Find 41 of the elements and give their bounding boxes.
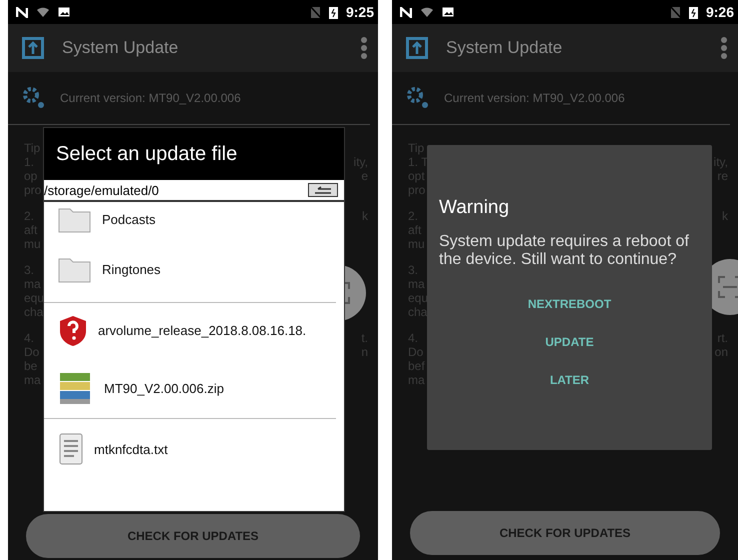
upload-icon: [22, 37, 44, 59]
more-icon[interactable]: [360, 36, 368, 60]
upload-icon: [406, 37, 428, 59]
dialog-title: Select an update file: [44, 128, 344, 180]
battery-icon: [328, 6, 338, 18]
no-sim-icon: [670, 6, 681, 18]
gear-icon: [22, 86, 46, 110]
version-text: Current version: MT90_V2.00.006: [444, 91, 625, 105]
folder-icon: [58, 206, 92, 234]
file-item[interactable]: mtknfcdta.txt: [44, 419, 336, 479]
shield-question-icon: [58, 314, 88, 346]
dialog-title: Warning: [439, 197, 510, 219]
document-icon: [58, 433, 84, 465]
dialog-action-button[interactable]: LATER: [546, 371, 594, 389]
back-arrow-icon: [314, 186, 332, 194]
scan-frame-icon: [717, 275, 738, 299]
file-item[interactable]: arvolume_release_2018.8.08.16.18.: [44, 303, 336, 358]
status-time: 9:25: [346, 4, 374, 20]
folder-icon: [58, 256, 92, 284]
version-text: Current version: MT90_V2.00.006: [60, 91, 241, 105]
wifi-icon: [420, 6, 434, 18]
dialog-action-button[interactable]: NEXTREBOOT: [524, 295, 616, 313]
image-icon: [58, 7, 70, 17]
file-item[interactable]: Ringtones: [44, 237, 336, 303]
image-icon: [442, 7, 454, 17]
battery-icon: [688, 6, 698, 18]
dialog-message: System update requires a reboot of the device. Still want to continue?: [439, 233, 689, 269]
app-title: System Update: [62, 38, 178, 58]
status-time: 9:26: [706, 4, 734, 20]
more-icon[interactable]: [720, 36, 728, 60]
n-logo-icon: [16, 6, 28, 18]
no-sim-icon: [310, 6, 321, 18]
back-button[interactable]: [308, 183, 338, 197]
file-item[interactable]: Podcasts: [44, 202, 336, 237]
wifi-icon: [36, 6, 50, 18]
file-item[interactable]: MT90_V2.00.006.zip: [44, 358, 336, 419]
gear-icon: [406, 86, 430, 110]
n-logo-icon: [400, 6, 412, 18]
app-title: System Update: [446, 38, 562, 58]
path-text: /storage/emulated/0: [44, 182, 159, 198]
dialog-action-button[interactable]: UPDATE: [541, 333, 598, 351]
